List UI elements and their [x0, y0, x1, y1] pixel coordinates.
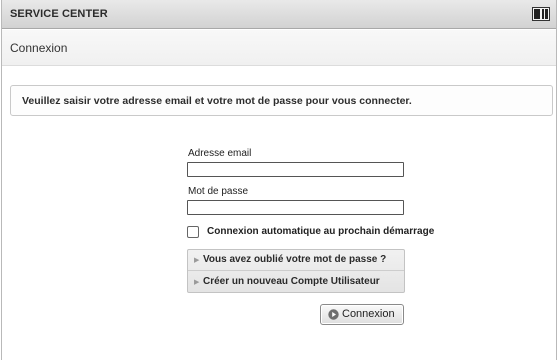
play-circle-icon — [328, 309, 339, 320]
auto-login-label[interactable]: Connexion automatique au prochain démarr… — [207, 226, 434, 237]
login-button-label[interactable]: Connexion — [342, 308, 395, 320]
window-icon[interactable] — [532, 7, 550, 21]
triangle-right-icon: ▶ — [194, 279, 200, 286]
forgot-password-label[interactable]: Vous avez oublié votre mot de passe ? — [203, 254, 386, 265]
email-label: Adresse email — [188, 148, 252, 159]
title-bar: SERVICE CENTER — [2, 0, 556, 29]
section-title: Connexion — [10, 41, 68, 55]
forgot-password-link[interactable]: ▶ Vous avez oublié votre mot de passe ? — [188, 250, 404, 271]
create-account-link[interactable]: ▶ Créer un nouveau Compte Utilisateur — [188, 272, 404, 293]
password-field[interactable] — [187, 200, 404, 215]
section-header: Connexion — [2, 30, 556, 66]
auto-login-checkbox[interactable] — [187, 226, 199, 238]
password-label: Mot de passe — [188, 186, 249, 197]
triangle-right-icon: ▶ — [194, 257, 200, 264]
app-title: SERVICE CENTER — [10, 8, 108, 20]
info-message-box: Veuillez saisir votre adresse email et v… — [10, 85, 553, 116]
info-message: Veuillez saisir votre adresse email et v… — [22, 95, 412, 107]
login-window: SERVICE CENTER Connexion Veuillez saisir… — [1, 0, 557, 360]
login-button[interactable]: Connexion — [320, 304, 404, 325]
email-field[interactable] — [187, 162, 404, 177]
account-links-panel: ▶ Vous avez oublié votre mot de passe ? … — [187, 249, 405, 293]
create-account-label[interactable]: Créer un nouveau Compte Utilisateur — [203, 276, 380, 287]
